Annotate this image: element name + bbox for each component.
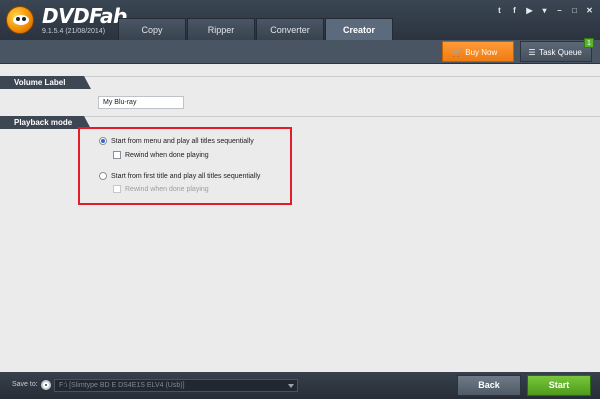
settings-icon[interactable]: ▾ xyxy=(540,6,549,15)
task-list-icon: ☰ xyxy=(528,48,536,57)
title-bar: DVDFab 9.1.5.4 (21/08/2014) Copy Ripper … xyxy=(0,0,600,40)
back-button[interactable]: Back xyxy=(457,375,521,396)
radio-button[interactable] xyxy=(99,172,107,180)
rewind-label: Rewind when done playing xyxy=(125,151,209,159)
playback-mode-heading: Playback mode xyxy=(0,116,91,129)
youtube-icon[interactable]: ▶ xyxy=(525,6,534,15)
start-button[interactable]: Start xyxy=(527,375,591,396)
app-version: 9.1.5.4 (21/08/2014) xyxy=(42,28,106,35)
close-icon[interactable]: ✕ xyxy=(585,6,594,15)
chevron-down-icon[interactable] xyxy=(288,384,294,388)
radio-button-selected[interactable] xyxy=(99,137,107,145)
tab-ripper[interactable]: Ripper xyxy=(187,18,255,40)
facebook-icon[interactable]: f xyxy=(510,6,519,15)
cart-icon: 🛒 xyxy=(452,48,462,57)
rewind-label-disabled: Rewind when done playing xyxy=(125,185,209,193)
tab-converter[interactable]: Converter xyxy=(256,18,324,40)
footer-bar: Save to: F:\ [Slimtype BD E DS4E1S ELV4 … xyxy=(0,372,600,399)
checkbox[interactable] xyxy=(113,151,121,159)
creator-settings-panel: Volume Label My Blu-ray Playback mode St… xyxy=(0,65,600,372)
tab-copy[interactable]: Copy xyxy=(118,18,186,40)
app-name: DVDFab xyxy=(42,4,127,28)
task-queue-label: Task Queue xyxy=(539,48,582,57)
logo-mascot-icon xyxy=(6,6,34,34)
task-queue-count-badge: 1 xyxy=(584,38,594,48)
action-toolbar: 🛒 Buy Now ☰ Task Queue xyxy=(0,40,600,64)
playback-option-menu[interactable]: Start from menu and play all titles sequ… xyxy=(99,137,254,145)
playback-option-menu-label: Start from menu and play all titles sequ… xyxy=(111,137,254,145)
disc-icon xyxy=(41,380,51,390)
minimize-icon[interactable]: – xyxy=(555,6,564,15)
buy-now-label: Buy Now xyxy=(465,48,498,57)
checkbox-disabled xyxy=(113,185,121,193)
rewind-checkbox-option2: Rewind when done playing xyxy=(113,185,209,193)
playback-option-first-title[interactable]: Start from first title and play all titl… xyxy=(99,172,260,180)
volume-label-heading: Volume Label xyxy=(0,76,91,89)
app-logo: DVDFab 9.1.5.4 (21/08/2014) xyxy=(4,2,134,38)
buy-now-button[interactable]: 🛒 Buy Now xyxy=(442,41,514,62)
destination-select[interactable]: F:\ [Slimtype BD E DS4E1S ELV4 (Usb)] xyxy=(54,379,298,392)
window-controls: t f ▶ ▾ – □ ✕ xyxy=(495,6,594,15)
playback-option-first-title-label: Start from first title and play all titl… xyxy=(111,172,261,180)
save-to-label: Save to: xyxy=(12,381,38,388)
task-queue-button[interactable]: ☰ Task Queue xyxy=(520,41,592,62)
volume-label-input[interactable]: My Blu-ray xyxy=(98,96,184,109)
main-tabs: Copy Ripper Converter Creator xyxy=(118,18,394,40)
twitter-icon[interactable]: t xyxy=(495,6,504,15)
restore-icon[interactable]: □ xyxy=(570,6,579,15)
rewind-checkbox-option1[interactable]: Rewind when done playing xyxy=(113,151,209,159)
tab-creator[interactable]: Creator xyxy=(325,18,393,40)
